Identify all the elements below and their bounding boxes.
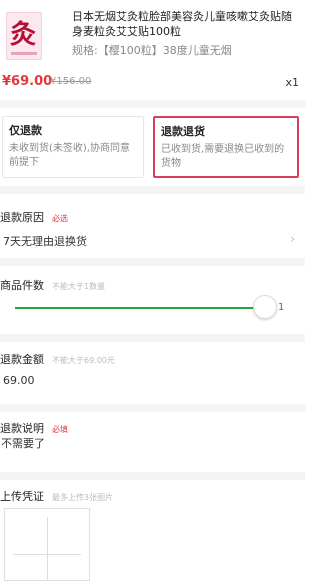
divider — [0, 186, 305, 194]
item-count-slider-handle[interactable] — [253, 295, 277, 319]
product-thumbnail[interactable]: 灸 — [6, 12, 42, 60]
divider — [0, 258, 305, 266]
refund-amount-hint: 不能大于69.00元 — [52, 356, 115, 365]
product-spec: 规格:【樱100粒】38度儿童无烟 — [72, 44, 232, 57]
upload-proof-label: 上传凭证 最多上传3张图片 — [0, 490, 114, 503]
refund-reason-row[interactable]: 退款原因 必选 7天无理由退换货 › — [0, 194, 305, 258]
divider — [0, 472, 305, 480]
item-count-hint: 不能大于1数量 — [52, 282, 106, 291]
refund-amount-input[interactable]: 69.00 — [3, 374, 35, 387]
refund-type-desc: 未收到货(未签收),协商同意前提下 — [9, 143, 130, 168]
refund-type-title: 退款退货 — [161, 125, 205, 138]
product-original-price: ¥156.00 — [50, 76, 92, 87]
item-count-slider-track[interactable] — [15, 307, 265, 309]
product-summary: 灸 日本无烟艾灸粒脸部美容灸儿童咳嗽艾灸贴随身麦粒灸艾艾贴100粒 规格:【樱1… — [0, 0, 305, 100]
chevron-right-icon: › — [290, 232, 295, 246]
item-count-value: 1 — [278, 302, 285, 313]
refund-type-title: 仅退款 — [9, 124, 42, 137]
upload-proof-hint: 最多上传3张图片 — [52, 493, 114, 502]
product-title: 日本无烟艾灸粒脸部美容灸儿童咳嗽艾灸贴随身麦粒灸艾艾贴100粒 — [72, 10, 292, 38]
product-price: ¥69.00 — [2, 74, 53, 89]
item-count-label: 商品件数 不能大于1数量 — [0, 279, 106, 292]
refund-type-desc: 已收到货,需要退换已收到的货物 — [161, 144, 285, 169]
divider — [0, 334, 305, 342]
divider — [0, 404, 305, 412]
refund-explanation-row: 退款说明 必填 不需要了 — [0, 412, 305, 472]
required-tag: 必选 — [52, 214, 68, 223]
refund-amount-row: 退款金额 不能大于69.00元 69.00 — [0, 342, 305, 404]
refund-reason-value: 7天无理由退换货 — [3, 235, 87, 248]
product-quantity: x1 — [285, 76, 299, 89]
required-tag: 必填 — [52, 425, 68, 434]
refund-reason-label: 退款原因 必选 — [0, 211, 68, 224]
refund-amount-label: 退款金额 不能大于69.00元 — [0, 353, 115, 366]
refund-explanation-label: 退款说明 必填 — [0, 422, 68, 435]
divider — [0, 100, 305, 108]
refund-type-return-refund[interactable]: 退款退货 已收到货,需要退换已收到的货物 — [153, 116, 299, 178]
refund-type-selector: 仅退款 未收到货(未签收),协商同意前提下 退款退货 已收到货,需要退换已收到的… — [0, 108, 305, 186]
refund-explanation-input[interactable]: 不需要了 — [1, 435, 45, 451]
upload-image-button[interactable] — [4, 508, 90, 581]
refund-type-only-refund[interactable]: 仅退款 未收到货(未签收),协商同意前提下 — [2, 116, 144, 178]
